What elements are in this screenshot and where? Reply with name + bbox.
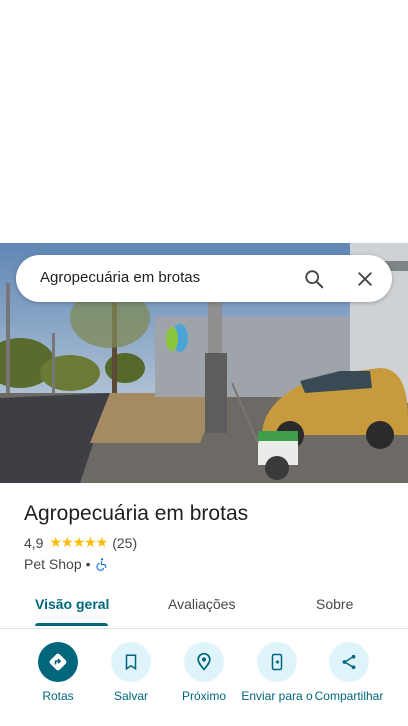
tab-about[interactable]: Sobre — [316, 596, 353, 612]
close-icon — [358, 272, 372, 286]
save-button[interactable]: Salvar — [91, 642, 171, 703]
send-to-phone-button[interactable]: Enviar para o — [237, 642, 317, 703]
map-blank-area — [0, 0, 408, 243]
wheelchair-accessible-icon — [95, 558, 107, 571]
directions-icon — [49, 653, 67, 671]
share-icon — [342, 654, 356, 670]
rating-value: 4,9 — [24, 534, 44, 551]
share-label: Compartilhar — [314, 689, 384, 703]
save-label: Salvar — [113, 689, 148, 703]
separator-dot: • — [85, 556, 91, 572]
star-rating-icon: ★★★★★ — [49, 534, 108, 550]
search-query-text[interactable]: Agropecuária em brotas — [40, 269, 200, 286]
directions-label: Rotas — [42, 689, 74, 703]
tab-overview[interactable]: Visão geral — [35, 596, 109, 612]
review-count: (25) — [112, 534, 138, 551]
directions-button[interactable]: Rotas — [18, 642, 98, 703]
bookmark-icon — [125, 654, 137, 671]
search-icon — [305, 270, 324, 289]
active-tab-indicator — [35, 623, 108, 626]
place-title: Agropecuária em brotas — [24, 502, 249, 525]
rating-row[interactable]: 4,9 ★★★★★ (25) — [24, 534, 137, 551]
place-info: Agropecuária em brotas 4,9 ★★★★★ (25) Pe… — [24, 500, 384, 572]
tab-reviews[interactable]: Avaliações — [168, 596, 235, 612]
nearby-button[interactable]: Próximo — [164, 642, 244, 703]
nearby-label: Próximo — [181, 689, 226, 703]
category-row: Pet Shop • — [24, 556, 109, 572]
action-buttons: Rotas Salvar Próximo Enviar para o Compa… — [0, 640, 408, 726]
share-button[interactable]: Compartilhar — [309, 642, 389, 703]
nearby-icon — [197, 652, 211, 671]
place-tabs: Visão geral Avaliações Sobre — [0, 584, 408, 629]
search-bar[interactable]: Agropecuária em brotas — [16, 255, 392, 302]
send-to-phone-icon — [271, 653, 283, 671]
clear-search-button[interactable] — [349, 263, 381, 295]
send-to-phone-label: Enviar para o — [241, 689, 313, 703]
place-category[interactable]: Pet Shop — [24, 556, 82, 572]
search-button[interactable] — [298, 263, 330, 295]
